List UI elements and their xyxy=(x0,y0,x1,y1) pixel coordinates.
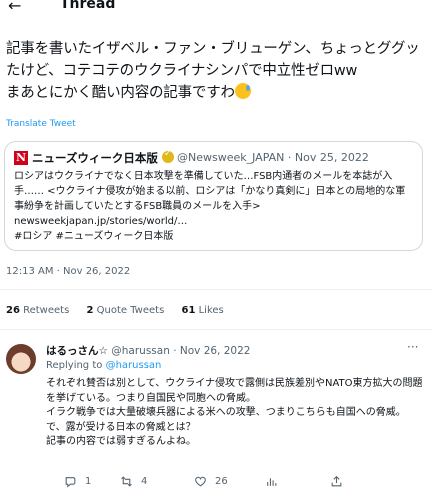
quoted-tweet-body: ロシアはウクライナでなく日本攻撃を準備していた…FSB内通者のメールを本誌が入手… xyxy=(14,171,406,242)
share-icon xyxy=(331,475,342,487)
replying-to-handle-link[interactable]: @harussan xyxy=(106,360,162,371)
divider xyxy=(0,329,433,330)
retweet-icon xyxy=(121,476,132,487)
reply-text: それぞれ賛否は別として、ウクライナ侵攻で露側は民族差別やNATO東方拡大の問題を… xyxy=(46,378,423,447)
verified-badge-icon xyxy=(162,149,174,163)
like-button[interactable]: 26 xyxy=(194,475,228,488)
reply-author-name[interactable]: はるっさん☆ xyxy=(46,345,108,357)
retweet-button[interactable]: 4 xyxy=(120,475,147,488)
reply-icon xyxy=(65,477,76,488)
divider xyxy=(0,289,433,290)
heart-icon xyxy=(195,476,206,487)
reply-button[interactable]: 1 xyxy=(64,475,91,488)
newsweek-logo: N xyxy=(14,151,28,165)
analytics-icon xyxy=(267,478,277,486)
views-button[interactable] xyxy=(265,475,278,488)
quoted-author-name: ニューズウィーク日本版 xyxy=(32,151,158,165)
reply-header: はるっさん☆ @harussan · Nov 26, 2022 xyxy=(46,343,250,358)
sweat-smile-emoji-icon xyxy=(234,83,251,99)
reply-actions: 1 4 26 xyxy=(46,475,416,493)
page-title: Thread xyxy=(60,0,116,12)
avatar[interactable] xyxy=(6,344,36,374)
engagement-stats: 26 Retweets 2 Quote Tweets 61 Likes xyxy=(6,305,238,316)
quoted-tweet-card[interactable]: N ニューズウィーク日本版 @Newsweek_JAPAN · Nov 25, … xyxy=(4,141,423,251)
tweet-text: 記事を書いたイザベル・ファン・ブリューゲン、ちょっとググッたけど、コテコテのウク… xyxy=(6,41,420,101)
header-bar: ← Thread xyxy=(0,0,433,15)
quote-tweets-stat[interactable]: 2 Quote Tweets xyxy=(86,305,164,316)
tweet-timestamp[interactable]: 12:13 AM · Nov 26, 2022 xyxy=(6,266,130,277)
retweets-stat[interactable]: 26 Retweets xyxy=(6,305,69,316)
likes-stat[interactable]: 61 Likes xyxy=(181,305,223,316)
quoted-author-handle: @Newsweek_JAPAN · Nov 25, 2022 xyxy=(177,151,369,164)
share-button[interactable] xyxy=(330,475,343,488)
translate-tweet-link[interactable]: Translate Tweet xyxy=(6,119,76,129)
back-arrow-icon[interactable]: ← xyxy=(8,0,21,15)
reply-author-meta: @harussan · Nov 26, 2022 xyxy=(111,345,251,357)
replying-to: Replying to @harussan xyxy=(46,360,162,371)
more-options-icon[interactable]: ··· xyxy=(407,340,418,354)
